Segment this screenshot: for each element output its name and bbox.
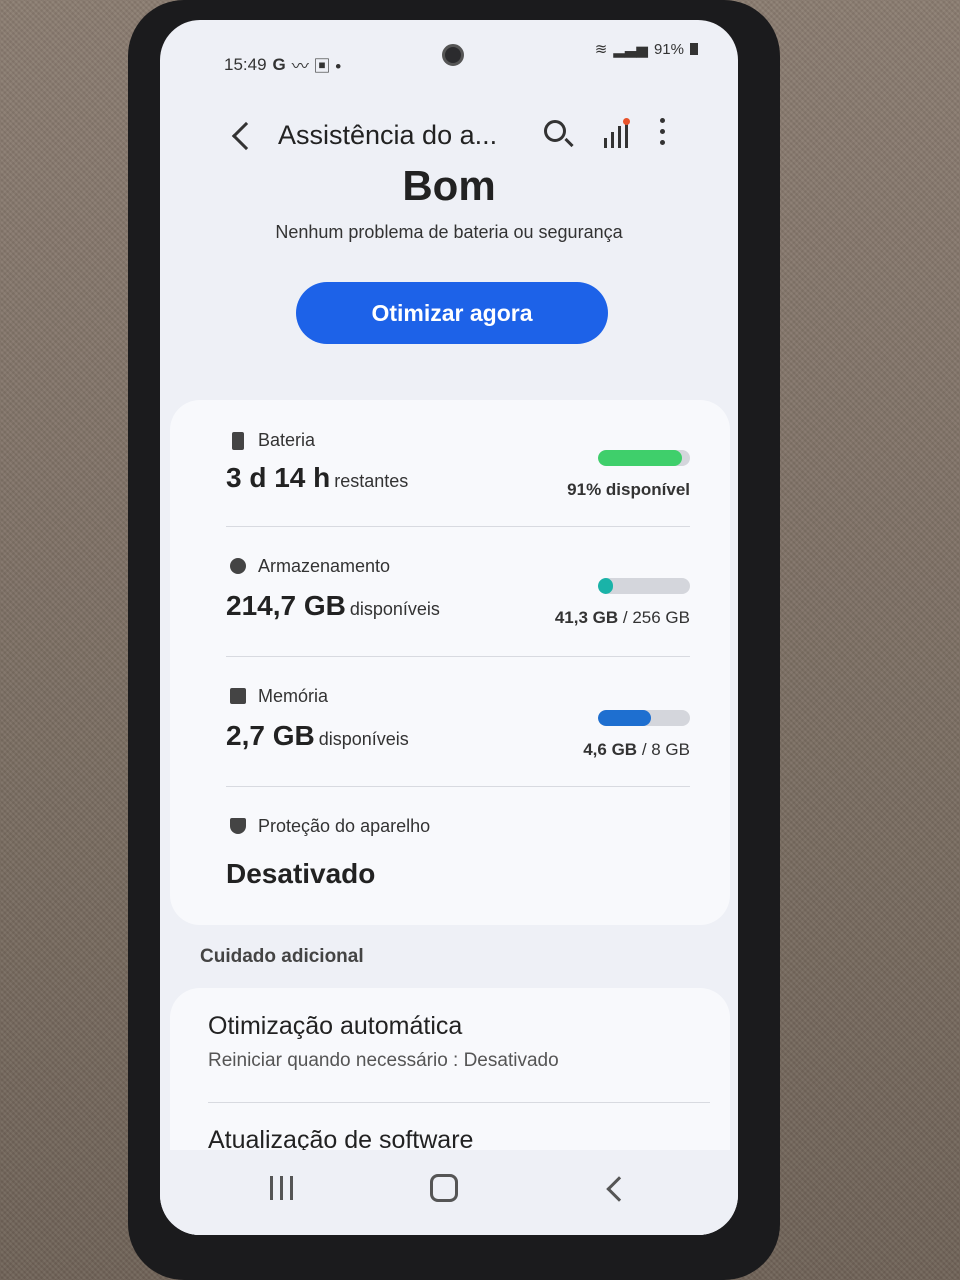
memory-meta: 4,6 GB / 8 GB: [583, 740, 690, 759]
section-header: Cuidado adicional: [200, 946, 364, 967]
screen: 15:49 G 〰 ▣ • ≋ ▂▃▅ 91% Assistência do a…: [160, 20, 738, 1235]
pie-chart-icon: [230, 558, 246, 574]
memory-value: 2,7 GB disponíveis: [226, 720, 409, 751]
status-bar: 15:49 G 〰 ▣ • ≋ ▂▃▅ 91%: [160, 20, 738, 80]
device-status: Bom: [402, 162, 496, 209]
optimize-now-button[interactable]: Otimizar agora: [296, 282, 608, 344]
notification-icons: 〰 ▣ •: [291, 57, 342, 76]
shield-icon: [230, 818, 246, 834]
storage-bar: [598, 578, 690, 594]
google-icon: G: [272, 54, 286, 74]
memory-label: Memória: [258, 686, 329, 706]
battery-value: 3 d 14 h restantes: [226, 462, 409, 493]
battery-label: Bateria: [258, 430, 316, 450]
wifi-icon: ≋: [594, 41, 608, 58]
search-icon[interactable]: [544, 120, 566, 142]
divider: [208, 1102, 710, 1103]
protection-label: Proteção do aparelho: [258, 816, 431, 836]
signal-icon: ▂▃▅: [613, 41, 648, 58]
battery-percent: 91%: [653, 40, 684, 58]
memory-bar: [598, 710, 690, 726]
app-bar: Assistência do a...: [160, 108, 738, 158]
memory-bar-fill: [598, 710, 651, 726]
storage-row[interactable]: Armazenamento 214,7 GB disponíveis 41,3 G…: [170, 526, 730, 656]
battery-meta: 91% disponível: [567, 480, 690, 499]
more-options-icon[interactable]: [660, 118, 666, 146]
memory-chip-icon: [230, 688, 246, 704]
storage-value: 214,7 GB disponíveis: [226, 590, 440, 621]
auto-optimization-subtitle: Reiniciar quando necessário : Desativado: [208, 1050, 559, 1071]
protection-value: Desativado: [226, 858, 376, 889]
clock: 15:49: [224, 54, 267, 74]
front-camera: [442, 44, 464, 66]
recent-apps-icon[interactable]: [268, 1176, 296, 1200]
battery-bar: [598, 450, 690, 466]
storage-bar-fill: [598, 578, 613, 594]
battery-row[interactable]: Bateria 3 d 14 h restantes 91% disponível: [170, 400, 730, 526]
battery-icon: [690, 43, 698, 55]
home-icon[interactable]: [430, 1174, 458, 1202]
back-icon[interactable]: [606, 1176, 632, 1202]
battery-icon: [232, 432, 244, 450]
page-title: Assistência do a...: [278, 120, 498, 150]
back-arrow-icon[interactable]: [231, 121, 261, 151]
auto-optimization-title: Otimização automática: [208, 1012, 463, 1040]
storage-label: Armazenamento: [258, 556, 391, 576]
stats-icon[interactable]: [602, 118, 630, 148]
status-subtitle: Nenhum problema de bateria ou segurança: [275, 222, 623, 242]
navigation-bar: [160, 1150, 738, 1235]
battery-bar-fill: [598, 450, 682, 466]
storage-meta: 41,3 GB / 256 GB: [554, 608, 690, 627]
memory-row[interactable]: Memória 2,7 GB disponíveis 4,6 GB / 8 GB: [170, 656, 730, 786]
device-care-card: Bateria 3 d 14 h restantes 91% disponível…: [170, 400, 730, 925]
notification-dot: [623, 118, 630, 125]
protection-row[interactable]: Proteção do aparelho Desativado: [170, 786, 730, 916]
